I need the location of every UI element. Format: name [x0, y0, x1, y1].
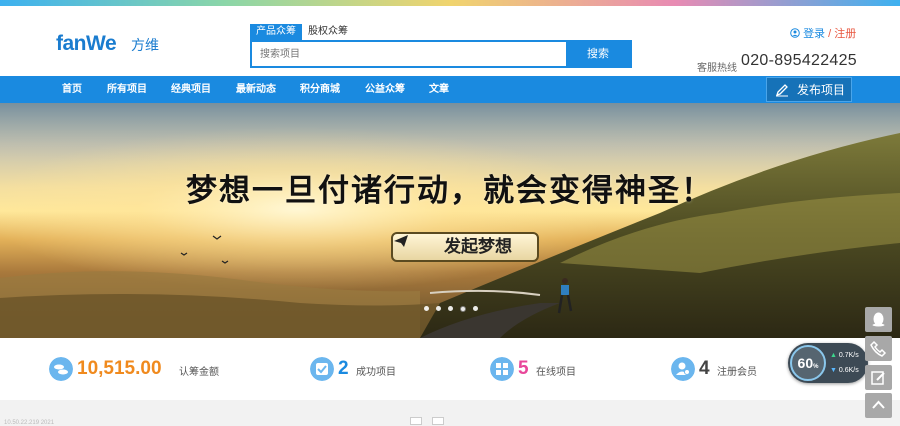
header: fanWe 方维 产品众筹 股权众筹 搜索 登录 / 注册 客服热线 020-8… [0, 6, 900, 76]
stat-value: 10,515.00 [77, 358, 162, 379]
stat-value: 2 [338, 358, 349, 379]
login-register: 登录 / 注册 [790, 25, 856, 41]
tab-equity-crowdfunding[interactable]: 股权众筹 [302, 24, 354, 40]
upload-unit: K/s [848, 352, 859, 359]
banner-landscape [0, 103, 900, 338]
publish-label: 发布项目 [797, 83, 846, 97]
stat-value: 5 [518, 358, 529, 379]
download-unit: K/s [848, 367, 859, 374]
stat-value: 4 [699, 358, 710, 379]
hero-banner[interactable]: 梦想一旦付诸行动，就会变得神圣！ 发起梦想 [0, 103, 900, 338]
network-speed-widget[interactable]: 60% ▲ 0.7K/s ▼ 0.6K/s [788, 343, 868, 383]
grid-icon [490, 357, 514, 381]
nav-item-classic-projects[interactable]: 经典项目 [171, 76, 211, 103]
edit-icon [871, 371, 885, 385]
qq-icon [872, 312, 885, 327]
coins-icon [49, 357, 73, 381]
nav-item-articles[interactable]: 文章 [429, 76, 449, 103]
start-dream-button[interactable]: 发起梦想 [391, 232, 539, 262]
upload-speed: ▲ 0.7K/s [830, 352, 859, 359]
stat-label: 认筹金额 [179, 367, 219, 378]
start-dream-label: 发起梦想 [444, 237, 512, 256]
nav-item-all-projects[interactable]: 所有项目 [107, 76, 147, 103]
download-value: 0.6 [838, 367, 849, 374]
success-icon [310, 357, 334, 381]
download-speed: ▼ 0.6K/s [830, 367, 859, 374]
search-input[interactable] [252, 42, 568, 66]
register-link[interactable]: 注册 [834, 28, 856, 40]
logo[interactable]: fanWe [56, 32, 117, 56]
tab-product-crowdfunding[interactable]: 产品众筹 [250, 24, 302, 40]
paper-plane-icon [394, 235, 408, 247]
chevron-up-icon [872, 400, 885, 409]
nav-item-latest-news[interactable]: 最新动态 [236, 76, 276, 103]
bottom-box [410, 417, 422, 425]
login-link[interactable]: 登录 [803, 28, 825, 40]
bottom-text: 10.50.22.219 2021 [4, 420, 55, 426]
logo-subtitle: 方维 [131, 37, 159, 53]
side-phone-button[interactable] [865, 336, 892, 361]
carousel-dots [424, 306, 478, 312]
stats-bar: 10,515.00 认筹金额 2 成功项目 5 在线项目 4 注册会员 [0, 338, 900, 400]
nav-item-home[interactable]: 首页 [62, 76, 82, 103]
download-arrow-icon: ▼ [830, 367, 837, 374]
stat-label: 注册会员 [717, 367, 757, 378]
carousel-dot-active[interactable] [460, 306, 466, 312]
side-back-to-top-button[interactable] [865, 393, 892, 418]
phone-icon [870, 340, 887, 357]
hotline-number: 020-895422425 [741, 52, 858, 69]
stat-label: 在线项目 [536, 367, 576, 378]
speed-percent-value: 60 [797, 355, 814, 371]
upload-arrow-icon: ▲ [830, 352, 837, 359]
speed-percent: 60% [790, 345, 826, 381]
hotline-label: 客服热线 [697, 63, 737, 74]
page-bottom: 10.50.22.219 2021 [0, 400, 900, 426]
user-icon [790, 28, 800, 38]
stat-label: 成功项目 [356, 367, 396, 378]
edit-icon [775, 84, 788, 97]
upload-value: 0.7 [838, 352, 849, 359]
search-box: 搜索 [250, 40, 632, 68]
carousel-dot[interactable] [424, 306, 429, 311]
nav-item-points-mall[interactable]: 积分商城 [300, 76, 340, 103]
speed-percent-unit: % [813, 364, 819, 370]
carousel-dot[interactable] [448, 306, 453, 311]
carousel-dot[interactable] [473, 306, 478, 311]
nav-item-charity[interactable]: 公益众筹 [365, 76, 405, 103]
carousel-dot[interactable] [436, 306, 441, 311]
side-feedback-button[interactable] [865, 365, 892, 390]
member-icon [671, 357, 695, 381]
login-separator: / [828, 28, 832, 40]
search-tabs: 产品众筹 股权众筹 [250, 24, 354, 40]
side-qq-button[interactable] [865, 307, 892, 332]
publish-project-button[interactable]: 发布项目 [766, 77, 852, 102]
main-nav: 首页 所有项目 经典项目 最新动态 积分商城 公益众筹 文章 [0, 76, 900, 103]
banner-slogan: 梦想一旦付诸行动，就会变得神圣！ [186, 173, 714, 208]
search-button[interactable]: 搜索 [566, 42, 630, 66]
bottom-box [432, 417, 444, 425]
